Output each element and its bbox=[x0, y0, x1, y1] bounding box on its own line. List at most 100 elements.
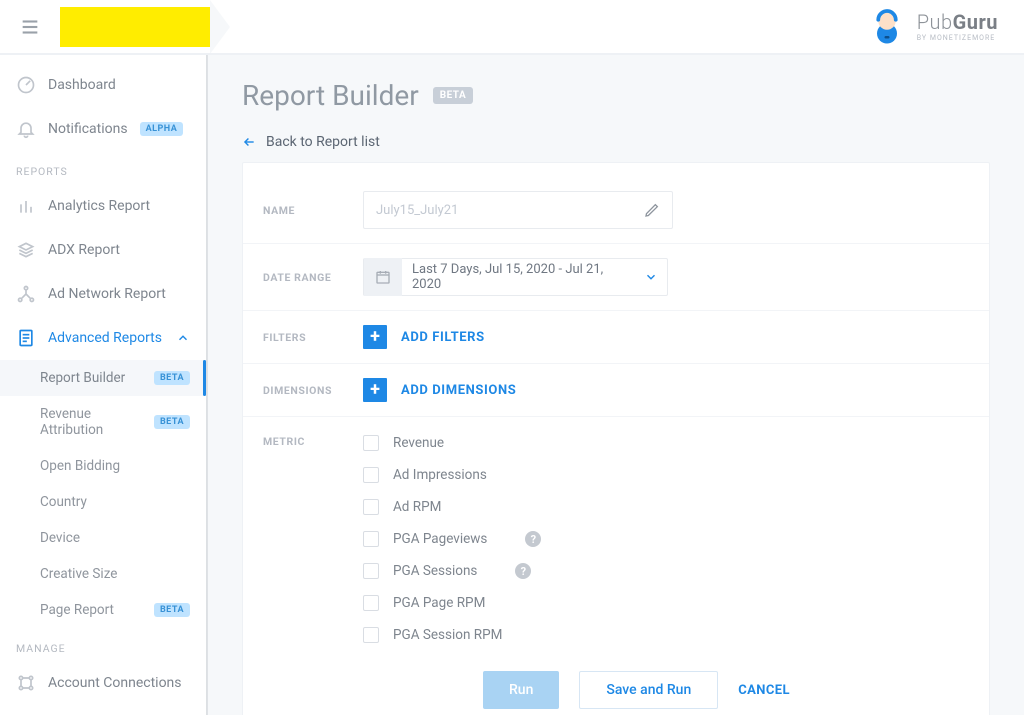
plus-icon: + bbox=[363, 325, 387, 349]
run-button[interactable]: Run bbox=[483, 671, 559, 709]
metric-option[interactable]: PGA Page RPM bbox=[363, 595, 969, 611]
save-and-run-button[interactable]: Save and Run bbox=[579, 671, 718, 709]
add-dimensions-button[interactable]: + ADD DIMENSIONS bbox=[363, 378, 969, 402]
bar-chart-icon bbox=[16, 196, 36, 216]
checkbox[interactable] bbox=[363, 627, 379, 643]
cancel-button[interactable]: CANCEL bbox=[738, 683, 790, 698]
sidebar-item-label: Notifications bbox=[48, 121, 128, 137]
metric-label: PGA Sessions bbox=[393, 563, 477, 579]
help-icon[interactable]: ? bbox=[525, 531, 541, 547]
subnav-country[interactable]: Country bbox=[0, 484, 206, 520]
checkbox[interactable] bbox=[363, 499, 379, 515]
connections-icon bbox=[16, 673, 36, 693]
pencil-icon[interactable] bbox=[644, 202, 660, 218]
subnav-label: Open Bidding bbox=[40, 458, 120, 474]
sidebar-item-analytics-report[interactable]: Analytics Report bbox=[0, 184, 206, 228]
date-range-value: Last 7 Days, Jul 15, 2020 - Jul 21, 2020 bbox=[402, 262, 635, 292]
layers-icon bbox=[16, 240, 36, 260]
brand: PubGuru by MONETIZEMORE bbox=[867, 6, 998, 46]
subnav-open-bidding[interactable]: Open Bidding bbox=[0, 448, 206, 484]
page-title: Report Builder bbox=[242, 79, 419, 112]
hamburger-icon bbox=[19, 16, 41, 38]
menu-toggle-button[interactable] bbox=[0, 0, 60, 54]
sidebar-item-account-connections[interactable]: Account Connections bbox=[0, 661, 206, 705]
bell-icon bbox=[16, 119, 36, 139]
filters-label: FILTERS bbox=[263, 331, 363, 344]
subnav-label: Creative Size bbox=[40, 566, 117, 582]
beta-badge: BETA bbox=[154, 371, 190, 385]
sidebar-item-label: Analytics Report bbox=[48, 198, 150, 214]
subnav-report-builder[interactable]: Report Builder BETA bbox=[0, 360, 206, 396]
metric-label: PGA Pageviews bbox=[393, 531, 487, 547]
subnav-label: Revenue Attribution bbox=[40, 406, 154, 438]
sidebar-item-label: Ad Network Report bbox=[48, 286, 166, 302]
metric-option[interactable]: Ad RPM bbox=[363, 499, 969, 515]
metric-option[interactable]: PGA Session RPM bbox=[363, 627, 969, 643]
date-range-label: DATE RANGE bbox=[263, 271, 363, 284]
beta-badge: BETA bbox=[433, 87, 474, 104]
checkbox[interactable] bbox=[363, 435, 379, 451]
metric-option[interactable]: PGA Pageviews? bbox=[363, 531, 969, 547]
plus-icon: + bbox=[363, 378, 387, 402]
logo-placeholder bbox=[60, 7, 210, 47]
sidebar-item-advanced-reports[interactable]: Advanced Reports bbox=[0, 316, 206, 360]
alpha-badge: ALPHA bbox=[140, 122, 184, 136]
gauge-icon bbox=[16, 75, 36, 95]
advanced-reports-subnav: Report Builder BETA Revenue Attribution … bbox=[0, 360, 206, 628]
beta-badge: BETA bbox=[154, 415, 190, 429]
sidebar-item-label: Advanced Reports bbox=[48, 330, 162, 346]
metric-option[interactable]: Ad Impressions bbox=[363, 467, 969, 483]
add-filters-button[interactable]: + ADD FILTERS bbox=[363, 325, 969, 349]
sidebar-heading-reports: REPORTS bbox=[0, 151, 206, 184]
metric-label: Ad Impressions bbox=[393, 467, 487, 483]
metric-label: Ad RPM bbox=[393, 499, 441, 515]
brand-mascot-icon bbox=[867, 6, 907, 46]
sidebar-heading-manage: MANAGE bbox=[0, 628, 206, 661]
sidebar-item-label: Dashboard bbox=[48, 77, 116, 93]
add-dimensions-label: ADD DIMENSIONS bbox=[401, 383, 516, 398]
metric-option[interactable]: PGA Sessions? bbox=[363, 563, 969, 579]
beta-badge: BETA bbox=[154, 603, 190, 617]
metric-label: Revenue bbox=[393, 435, 444, 451]
arrow-left-icon bbox=[242, 135, 256, 149]
subnav-label: Country bbox=[40, 494, 87, 510]
subnav-revenue-attribution[interactable]: Revenue Attribution BETA bbox=[0, 396, 206, 448]
subnav-label: Report Builder bbox=[40, 370, 125, 386]
help-icon[interactable]: ? bbox=[515, 563, 531, 579]
add-filters-label: ADD FILTERS bbox=[401, 330, 485, 345]
brand-name: PubGuru bbox=[917, 10, 998, 34]
name-field-label: NAME bbox=[263, 204, 363, 217]
date-range-picker[interactable]: Last 7 Days, Jul 15, 2020 - Jul 21, 2020 bbox=[363, 258, 668, 296]
chevron-down-icon bbox=[635, 270, 667, 284]
metric-label: PGA Page RPM bbox=[393, 595, 485, 611]
metric-list: Revenue Ad Impressions Ad RPM PGA Pageviews… bbox=[363, 431, 969, 643]
checkbox[interactable] bbox=[363, 563, 379, 579]
metric-label: PGA Session RPM bbox=[393, 627, 502, 643]
calendar-icon bbox=[364, 258, 402, 296]
chevron-up-icon bbox=[176, 331, 190, 345]
brand-subtitle: by MONETIZEMORE bbox=[917, 34, 998, 42]
checkbox[interactable] bbox=[363, 467, 379, 483]
sidebar-item-dashboard[interactable]: Dashboard bbox=[0, 63, 206, 107]
sidebar: Dashboard Notifications ALPHA REPORTS An… bbox=[0, 55, 208, 715]
sidebar-item-adx-report[interactable]: ADX Report bbox=[0, 228, 206, 272]
main-content: Report Builder BETA Back to Report list … bbox=[208, 55, 1024, 715]
subnav-device[interactable]: Device bbox=[0, 520, 206, 556]
sidebar-item-notifications[interactable]: Notifications ALPHA bbox=[0, 107, 206, 151]
checkbox[interactable] bbox=[363, 531, 379, 547]
back-to-report-list-link[interactable]: Back to Report list bbox=[242, 134, 990, 150]
subnav-label: Page Report bbox=[40, 602, 114, 618]
subnav-creative-size[interactable]: Creative Size bbox=[0, 556, 206, 592]
metric-option[interactable]: Revenue bbox=[363, 435, 969, 451]
name-input[interactable]: July15_July21 bbox=[363, 191, 673, 229]
header-chevron-decor bbox=[210, 0, 230, 54]
name-input-value: July15_July21 bbox=[376, 203, 458, 218]
report-form-card: NAME July15_July21 DATE RANGE bbox=[242, 162, 990, 715]
checkbox[interactable] bbox=[363, 595, 379, 611]
network-icon bbox=[16, 284, 36, 304]
dimensions-label: DIMENSIONS bbox=[263, 384, 363, 397]
metric-label: METRIC bbox=[263, 431, 363, 448]
sidebar-item-label: ADX Report bbox=[48, 242, 120, 258]
subnav-page-report[interactable]: Page Report BETA bbox=[0, 592, 206, 628]
sidebar-item-ad-network-report[interactable]: Ad Network Report bbox=[0, 272, 206, 316]
